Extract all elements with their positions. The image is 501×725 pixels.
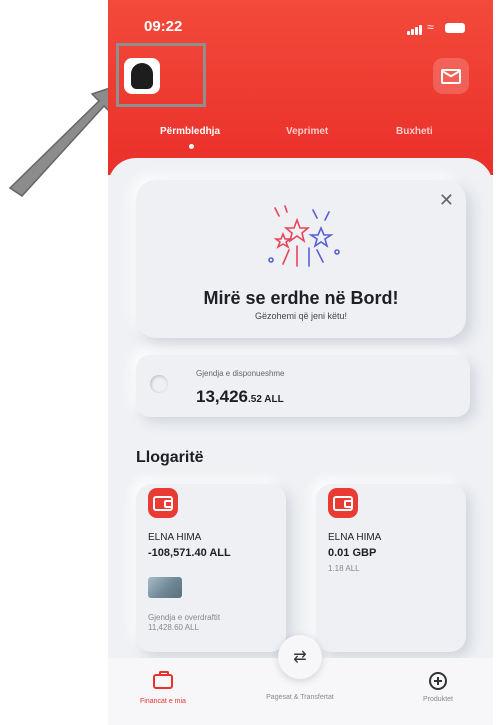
account-icon <box>148 488 178 518</box>
nav-produktet[interactable]: Produktet <box>383 670 493 703</box>
account-name: ELNA HIMA <box>328 532 382 543</box>
transfer-icon: ⇄ <box>293 649 307 666</box>
annotation-highlight-box <box>116 43 206 107</box>
welcome-subtitle: Gëzohemi që jeni këtu! <box>254 311 348 321</box>
overdraft-label: Gjendja e overdraftit <box>148 613 221 622</box>
overdraft-value: 11,428.60 ALL <box>148 623 200 632</box>
balance-amount: 13,426.52 ALL <box>196 387 284 407</box>
phone-screen: 09:22 ≈ Përmbledhja Veprimet Buxheti ✕ M… <box>108 0 493 725</box>
bank-card-image <box>148 577 182 598</box>
welcome-card: ✕ Mirë se erdhe në Bord! Gëzohemi që jen… <box>136 180 466 338</box>
transfer-button[interactable]: ⇄ <box>278 635 322 679</box>
tab-veprimet[interactable]: Veprimet <box>286 126 328 137</box>
nav-label: Produktet <box>423 696 453 703</box>
account-icon <box>328 488 358 518</box>
wifi-icon: ≈ <box>427 20 435 34</box>
account-balance: 0.01 GBP <box>328 547 377 559</box>
close-icon[interactable]: ✕ <box>439 190 454 211</box>
tab-bar: Përmbledhja Veprimet Buxheti <box>108 126 493 150</box>
wallet-icon <box>153 495 173 511</box>
plus-circle-icon <box>383 672 493 692</box>
account-name: ELNA HIMA <box>148 532 202 543</box>
nav-financat[interactable]: Financat e mia <box>108 670 218 705</box>
welcome-title: Mirë se erdhe në Bord! <box>203 288 399 308</box>
active-tab-indicator <box>189 144 194 149</box>
signal-icon <box>406 21 423 35</box>
pie-chart-icon <box>150 375 168 393</box>
account-card-gbp[interactable]: ELNA HIMA 0.01 GBP 1.18 ALL <box>316 484 466 652</box>
balance-amount-cents: .52 ALL <box>248 394 284 405</box>
battery-icon <box>445 22 465 33</box>
account-card-all[interactable]: ELNA HIMA -108,571.40 ALL Gjendja e over… <box>136 484 286 652</box>
balance-label: Gjendja e disponueshme <box>196 369 285 378</box>
status-time: 09:22 <box>144 18 183 35</box>
nav-label: Financat e mia <box>140 698 186 705</box>
tab-buxheti[interactable]: Buxheti <box>396 126 433 137</box>
available-balance-card[interactable]: Gjendja e disponueshme 13,426.52 ALL <box>136 355 470 417</box>
mail-icon <box>441 68 461 84</box>
wallet-icon <box>333 495 353 511</box>
briefcase-icon <box>108 671 218 694</box>
account-balance: -108,571.40 ALL <box>148 547 231 559</box>
accounts-title: Llogaritë <box>136 449 204 466</box>
status-icons: ≈ <box>406 20 465 35</box>
messages-button[interactable] <box>433 58 469 94</box>
balance-amount-main: 13,426 <box>196 387 248 406</box>
tab-permbledhja[interactable]: Përmbledhja <box>160 126 220 137</box>
fireworks-icon <box>268 205 340 267</box>
nav-label: Pagesat & Transfertat <box>266 694 334 701</box>
account-converted-value: 1.18 ALL <box>328 564 360 573</box>
